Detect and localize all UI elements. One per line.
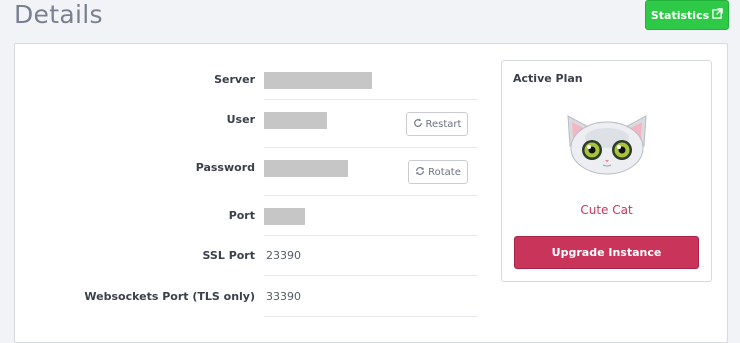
password-label: Password	[195, 161, 255, 174]
row-divider	[264, 147, 477, 148]
page-title: Details	[14, 0, 103, 29]
row-divider	[264, 195, 477, 196]
websockets-port-label: Websockets Port (TLS only)	[84, 290, 255, 303]
upgrade-instance-button[interactable]: Upgrade Instance	[514, 236, 699, 269]
plan-name: Cute Cat	[580, 203, 633, 217]
statistics-button[interactable]: Statistics	[645, 0, 729, 30]
active-plan-title: Active Plan	[513, 72, 583, 85]
port-label: Port	[228, 209, 255, 222]
upgrade-instance-label: Upgrade Instance	[551, 246, 662, 259]
cat-icon	[564, 112, 650, 176]
server-value-redacted	[264, 72, 372, 89]
port-value-redacted	[264, 208, 305, 225]
ssl-port-value: 23390	[266, 249, 301, 262]
server-label: Server	[214, 73, 255, 86]
row-divider	[264, 235, 477, 236]
websockets-port-value: 33390	[266, 290, 301, 303]
row-divider	[264, 275, 477, 276]
restart-button[interactable]: Restart	[406, 112, 468, 136]
rotate-icon	[415, 166, 425, 179]
user-label: User	[226, 113, 255, 126]
user-value-redacted	[264, 112, 327, 129]
rotate-label: Rotate	[428, 166, 461, 178]
statistics-label: Statistics	[650, 8, 710, 22]
row-divider	[264, 316, 477, 317]
rotate-button[interactable]: Rotate	[408, 160, 468, 184]
refresh-icon	[413, 118, 423, 131]
ssl-port-label: SSL Port	[202, 249, 256, 262]
password-value-redacted	[264, 160, 348, 177]
restart-label: Restart	[425, 118, 462, 130]
external-link-icon	[712, 8, 723, 22]
row-divider	[264, 99, 477, 100]
